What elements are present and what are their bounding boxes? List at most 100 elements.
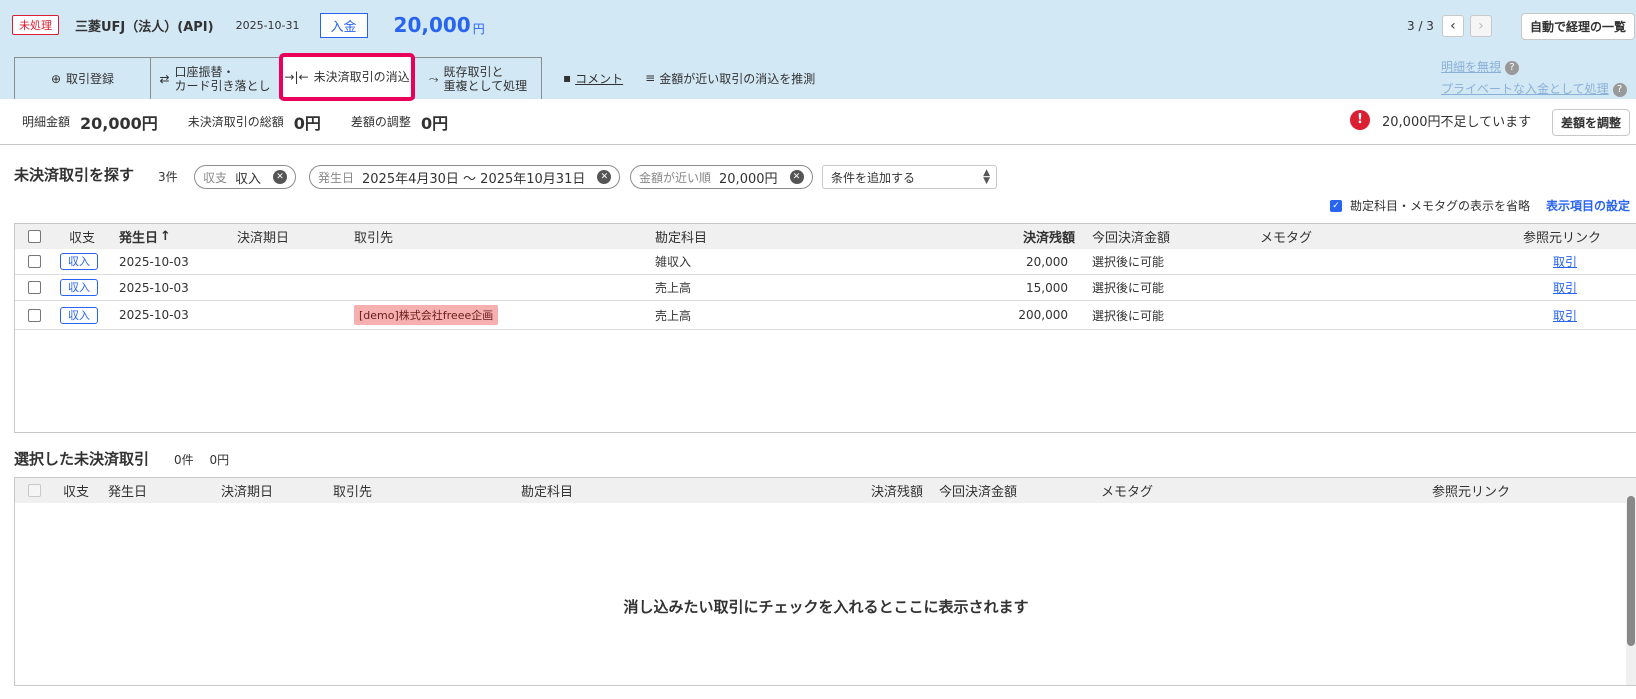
suggest-link[interactable]: ≡ 金額が近い取引の消込を推測 [645,57,815,99]
adjust-difference-button[interactable]: 差額を調整 [1552,109,1631,136]
sel-col-partner: 取引先 [333,485,373,500]
tab-register-transaction[interactable]: ⊕ 取引登録 [14,57,151,99]
detail-amount-label: 明細金額 [22,115,71,129]
tab-duplicate-label: 既存取引と 重複として処理 [443,65,527,93]
ignore-detail-link[interactable]: 明細を無視? [1441,56,1627,78]
row-date: 2025-10-03 [119,280,189,295]
filter-chip-date[interactable]: 発生日 2025年4月30日 〜 2025年10月31日 ✕ [309,165,621,189]
col-balance: 決済残額 [1023,231,1076,246]
row-checkbox[interactable] [28,308,41,322]
table-row[interactable]: 収入 2025-10-03 雑収入 20,000 選択後に可能 取引 [15,249,1636,275]
filter-chip-amount-value: 20,000円 [719,171,778,187]
filter-chip-type[interactable]: 収支 収入 ✕ [194,165,297,189]
scrollbar-thumb[interactable] [1627,496,1635,646]
tab-duplicate-line1: 既存取引と [443,64,504,79]
row-ref-link[interactable]: 取引 [1553,307,1577,324]
amount-unit: 円 [472,21,485,36]
bank-name: 三菱UFJ（法人）(API) [75,19,214,35]
row-ref-link[interactable]: 取引 [1553,253,1577,270]
alert-icon: ! [1350,110,1370,130]
pager-text: 3 / 3 [1407,19,1434,33]
search-result-count: 3件 [158,170,178,184]
row-date: 2025-10-03 [119,254,189,269]
ignore-detail-label: 明細を無視 [1441,60,1502,74]
filter-chip-type-key: 収支 [203,170,228,185]
next-page-button[interactable]: › [1469,15,1492,37]
comment-link[interactable]: ▪ コメント [563,57,623,99]
omit-account-checkbox[interactable]: ✓ [1330,199,1342,212]
row-this-amount: 選択後に可能 [1092,255,1165,269]
filter-chip-type-value: 収入 [235,171,262,187]
col-type: 収支 [69,231,96,246]
selected-sum: 0円 [209,453,230,467]
table-row[interactable]: 収入 2025-10-03 [demo]株式会社freee企画 売上高 200,… [15,301,1636,330]
comment-label: コメント [575,71,624,86]
reconcile-icon: →|← [284,70,309,84]
table-row[interactable]: 収入 2025-10-03 売上高 15,000 選択後に可能 取引 [15,275,1636,301]
transaction-date: 2025-10-31 [235,18,300,32]
row-balance: 15,000 [1026,280,1068,295]
row-date: 2025-10-03 [119,308,189,322]
suggest-label: 金額が近い取引の消込を推測 [659,71,816,86]
diff-adjust-value: 0円 [420,113,449,133]
col-date[interactable]: 発生日 ↑ [119,224,171,249]
filter-chip-date-key: 発生日 [318,170,355,185]
display-options-row: ✓ 勘定科目・メモタグの表示を省略 表示項目の設定 [1330,197,1630,214]
row-checkbox[interactable] [28,281,41,294]
add-condition-label: 条件を追加する [831,170,916,185]
unsettled-table-header: 収支 発生日 ↑ 決済期日 取引先 勘定科目 決済残額 今回決済金額 メモタグ … [15,224,1636,249]
row-type-badge: 収入 [60,279,98,296]
comment-icon: ▪ [563,71,572,85]
row-account: 売上高 [655,308,692,323]
sel-col-ref: 参照元リンク [1432,485,1511,500]
private-income-link[interactable]: プライベートな入金として処理? [1441,78,1627,100]
close-icon[interactable]: ✕ [597,170,612,184]
pager: 3 / 3 ‹ › [1407,15,1498,37]
filter-chip-amount[interactable]: 金額が近い順 20,000円 ✕ [630,165,813,189]
unsettled-table: 収支 発生日 ↑ 決済期日 取引先 勘定科目 決済残額 今回決済金額 メモタグ … [14,223,1636,433]
unsettled-total-label: 未決済取引の総額 [187,115,284,129]
shortage-warning: ! 20,000円不足しています [1350,110,1531,130]
row-balance: 20,000 [1026,254,1068,269]
selected-all-checkbox[interactable] [28,484,41,497]
col-due: 決済期日 [237,231,290,246]
sel-col-type: 収支 [63,485,90,500]
close-icon[interactable]: ✕ [273,170,288,184]
row-ref-link[interactable]: 取引 [1553,279,1577,296]
col-date-label: 発生日 [119,231,159,246]
plus-circle-icon: ⊕ [50,71,62,86]
sel-col-account: 勘定科目 [521,485,574,500]
sel-col-memo: メモタグ [1101,485,1154,500]
row-partner-tag: [demo]株式会社freee企画 [354,305,499,325]
empty-selection-message: 消し込みたい取引にチェックを入れるとここに表示されます [623,598,1029,616]
selected-section-title: 選択した未決済取引 [14,450,150,468]
row-balance: 200,000 [1018,308,1068,322]
action-tabs: ⊕ 取引登録 ⇄ 口座振替・ カード引き落とし →|← 未決済取引の消込 ⤳ 既… [14,53,815,101]
omit-account-label: 勘定科目・メモタグの表示を省略 [1350,199,1531,213]
help-icon[interactable]: ? [1612,82,1627,97]
selected-table: 収支 発生日 決済期日 取引先 勘定科目 決済残額 今回決済金額 メモタグ 参照… [14,477,1636,686]
help-icon[interactable]: ? [1505,60,1520,75]
header-info-row: 未処理 三菱UFJ（法人）(API) 2025-10-31 入金 20,000 … [12,10,485,40]
filter-chip-date-value: 2025年4月30日 〜 2025年10月31日 [362,171,586,187]
col-ref: 参照元リンク [1523,231,1602,246]
tab-transfer[interactable]: ⇄ 口座振替・ カード引き落とし [150,57,280,99]
row-account: 雑収入 [655,255,692,269]
row-checkbox[interactable] [28,255,41,268]
detail-amount-value: 20,000円 [80,113,158,133]
row-account: 売上高 [655,281,692,295]
transfer-icon: ⇄ [159,71,170,86]
add-condition-select[interactable]: 条件を追加する ▲ ▼ [822,165,997,189]
right-links: 明細を無視? プライベートな入金として処理? [1441,56,1627,100]
tab-transfer-label: 口座振替・ カード引き落とし [175,65,271,93]
close-icon[interactable]: ✕ [789,170,804,184]
row-this-amount: 選択後に可能 [1092,308,1165,323]
tab-transfer-line2: カード引き落とし [174,78,271,93]
display-settings-link[interactable]: 表示項目の設定 [1546,197,1630,214]
prev-page-button[interactable]: ‹ [1441,15,1464,37]
auto-accounting-list-button[interactable]: 自動で経理の一覧 [1521,13,1636,40]
tab-duplicate[interactable]: ⤳ 既存取引と 重複として処理 [414,57,542,99]
select-all-checkbox[interactable] [28,230,41,243]
selected-scrollbar[interactable] [1626,478,1636,685]
tab-reconcile-unsettled[interactable]: →|← 未決済取引の消込 [279,53,415,101]
